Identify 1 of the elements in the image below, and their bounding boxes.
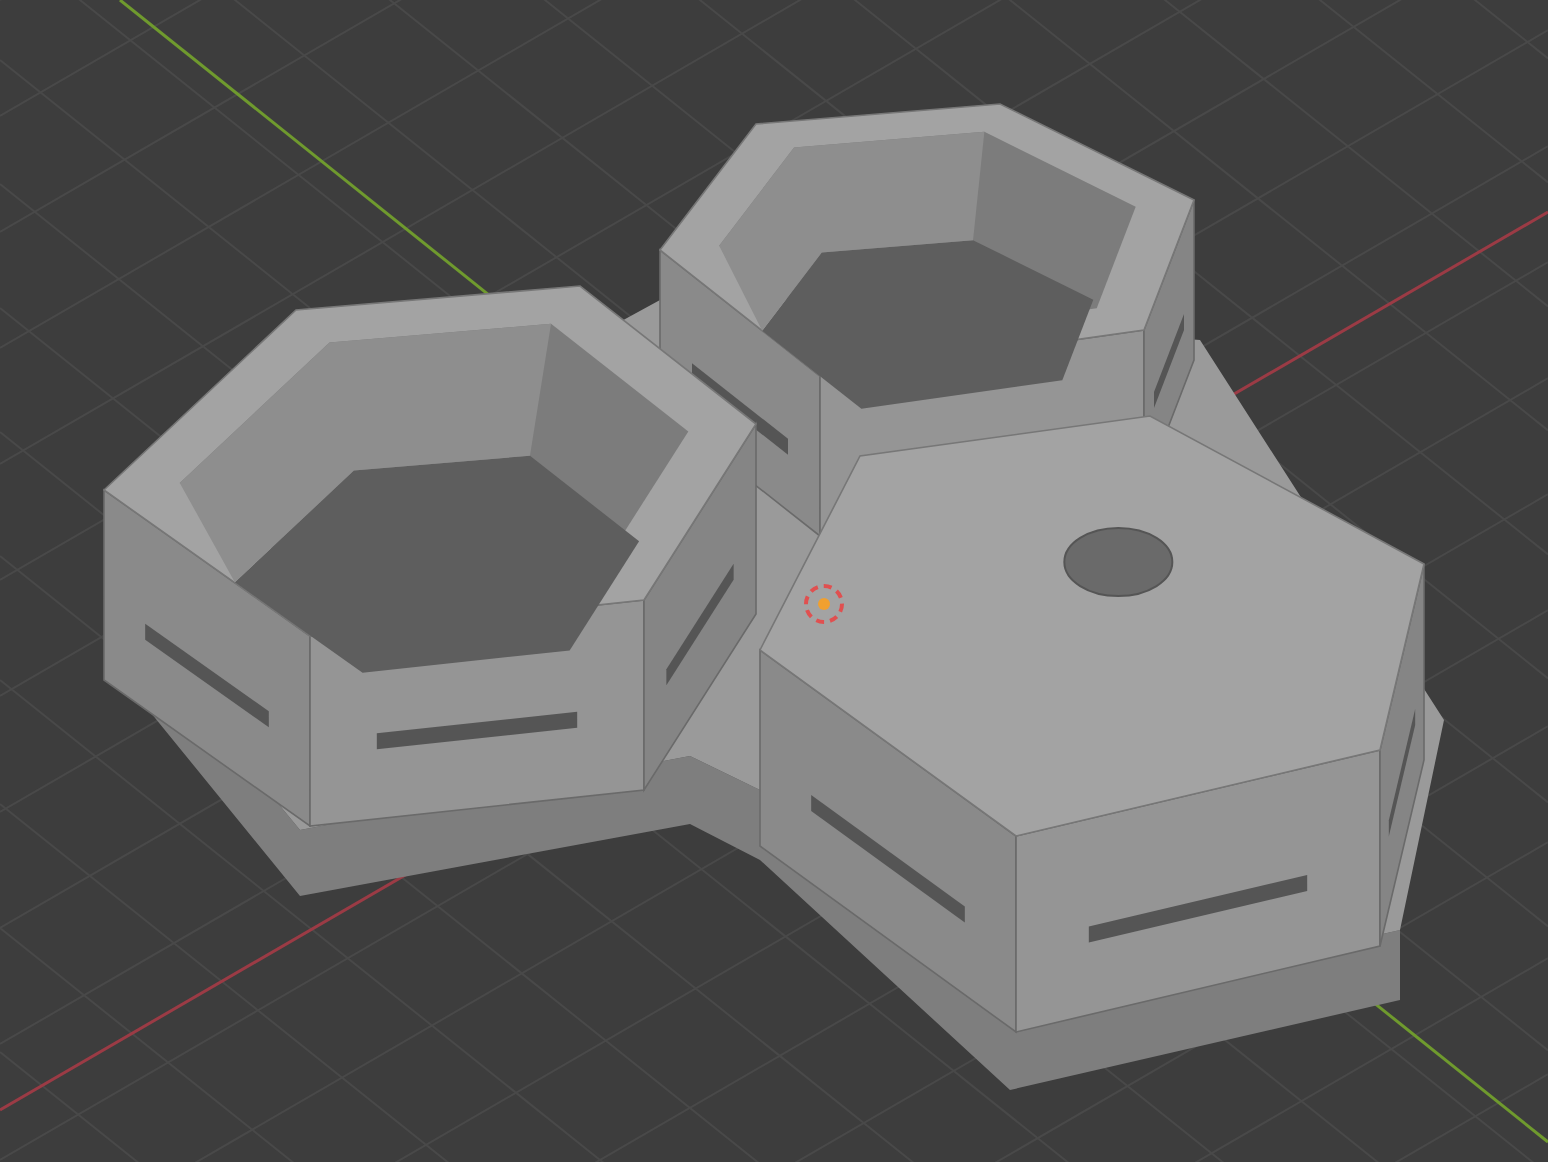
3d-cursor-icon[interactable] — [804, 584, 844, 624]
